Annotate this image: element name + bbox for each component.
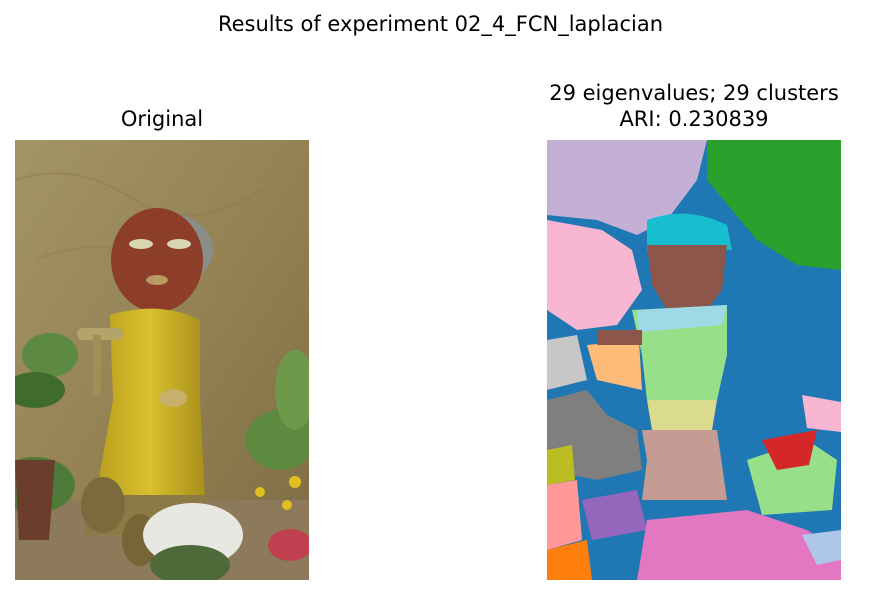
plant-pot	[15, 460, 55, 540]
figure-suptitle: Results of experiment 02_4_FCN_laplacian	[217, 12, 664, 36]
original-panel-title: Original	[120, 107, 204, 131]
figure-face	[111, 208, 203, 312]
original-image	[15, 140, 309, 580]
clusters-panel-title: 29 eigenvalues; 29 clusters ARI: 0.23083…	[500, 80, 881, 132]
cluster-segmentation-image	[547, 140, 841, 580]
eigenvalues-clusters-label: 29 eigenvalues; 29 clusters	[549, 81, 839, 105]
ari-score-label: ARI: 0.230839	[619, 107, 769, 131]
